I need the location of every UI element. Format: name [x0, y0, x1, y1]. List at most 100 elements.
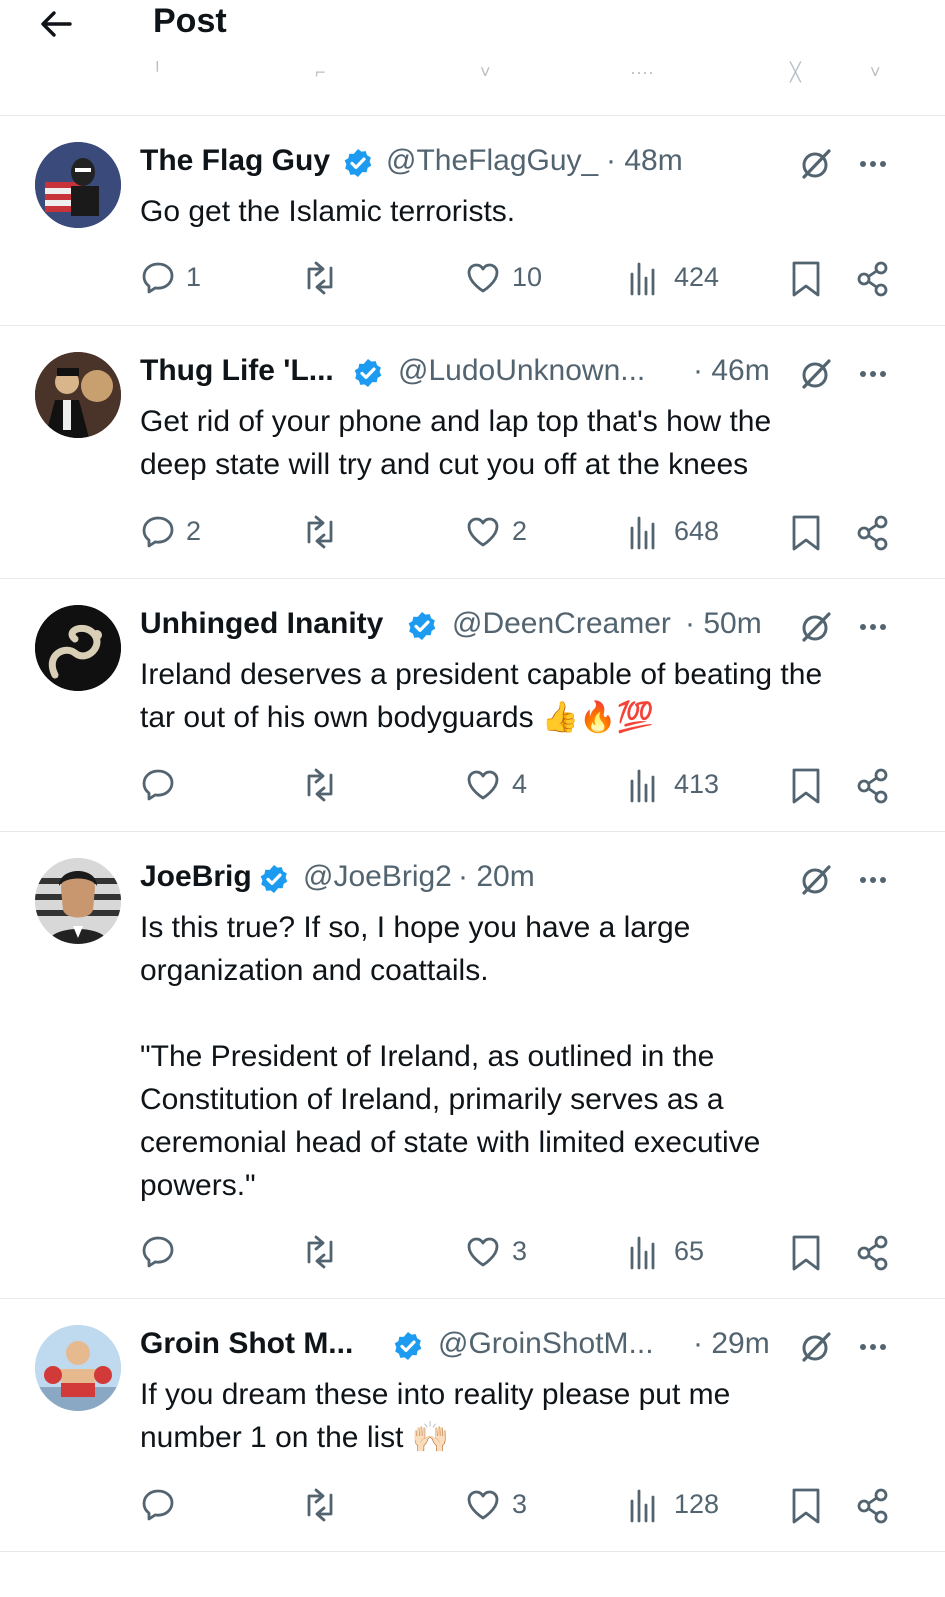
- grok-icon[interactable]: [798, 356, 834, 392]
- display-name[interactable]: JoeBrig: [140, 860, 252, 894]
- bookmark-button[interactable]: [790, 763, 826, 807]
- heart-icon: [467, 770, 499, 800]
- heart-icon: [467, 1237, 499, 1267]
- more-options-icon[interactable]: [855, 862, 891, 898]
- handle[interactable]: @LudoUnknown...: [398, 354, 645, 388]
- share-button[interactable]: [854, 1483, 894, 1527]
- views-button[interactable]: 65: [628, 1230, 738, 1274]
- display-name[interactable]: Unhinged Inanity: [140, 607, 383, 641]
- like-button[interactable]: 2: [465, 510, 555, 554]
- avatar[interactable]: [35, 605, 121, 691]
- reply-button[interactable]: [140, 1483, 210, 1527]
- grok-icon[interactable]: [798, 862, 834, 898]
- like-button[interactable]: 10: [465, 256, 555, 300]
- reply-tweet[interactable]: The Flag Guy @TheFlagGuy_ · 48m Go get t…: [0, 116, 945, 326]
- tweet-paragraph: "The President of Ireland, as outlined i…: [140, 1040, 761, 1202]
- tweet-paragraph: Is this true? If so, I hope you have a l…: [140, 911, 691, 987]
- handle[interactable]: @JoeBrig2: [303, 860, 452, 894]
- repost-icon: [307, 1235, 333, 1269]
- view-count: 128: [674, 1489, 720, 1519]
- tweet-actions: 1 10 424: [0, 256, 945, 300]
- reply-button[interactable]: 1: [140, 256, 210, 300]
- timestamp[interactable]: · 46m: [693, 354, 770, 388]
- more-options-icon[interactable]: [855, 146, 891, 182]
- views-button[interactable]: 413: [628, 763, 738, 807]
- handle[interactable]: @GroinShotM...: [438, 1327, 654, 1361]
- avatar[interactable]: [35, 352, 121, 438]
- avatar[interactable]: [35, 142, 121, 228]
- reply-count: 1: [186, 262, 202, 292]
- reply-icon: [142, 1489, 174, 1521]
- share-button[interactable]: [854, 256, 894, 300]
- reply-button[interactable]: 2: [140, 510, 210, 554]
- timestamp[interactable]: · 20m: [458, 860, 535, 894]
- boxer-avatar-image: [35, 1325, 121, 1411]
- handle[interactable]: @DeenCreamer: [452, 607, 671, 641]
- timestamp[interactable]: · 48m: [606, 144, 683, 178]
- heart-icon: [467, 517, 499, 547]
- reply-tweet[interactable]: JoeBrig @JoeBrig2 · 20m Is this true? If…: [0, 832, 945, 1299]
- like-button[interactable]: 3: [465, 1483, 555, 1527]
- like-button[interactable]: 4: [465, 763, 555, 807]
- more-options-icon[interactable]: [855, 609, 891, 645]
- views-button[interactable]: 424: [628, 256, 738, 300]
- reply-button[interactable]: [140, 1230, 210, 1274]
- tweet-text: Is this true? If so, I hope you have a l…: [140, 906, 900, 1207]
- share-button[interactable]: [854, 763, 894, 807]
- display-name[interactable]: Groin Shot M...: [140, 1327, 353, 1361]
- cartoon-man-avatar-image: [35, 858, 121, 944]
- grok-icon[interactable]: [798, 1329, 834, 1365]
- reply-tweet[interactable]: Groin Shot M... @GroinShotM... · 29m If …: [0, 1299, 945, 1552]
- repost-button[interactable]: [300, 510, 360, 554]
- bookmark-icon: [792, 768, 820, 804]
- repost-button[interactable]: [300, 256, 360, 300]
- handle[interactable]: @TheFlagGuy_: [386, 144, 598, 178]
- tweet-actions: 3 65: [0, 1230, 945, 1274]
- tweet-text: Go get the Islamic terrorists.: [140, 190, 900, 233]
- views-button[interactable]: 648: [628, 510, 738, 554]
- like-count: 3: [512, 1236, 528, 1266]
- share-button[interactable]: [854, 1230, 894, 1274]
- repost-button[interactable]: [300, 763, 360, 807]
- share-icon: [857, 1488, 888, 1524]
- views-chart-icon: [630, 262, 655, 296]
- repost-icon: [307, 768, 333, 802]
- tweet-paragraph: Ireland deserves a president capable of …: [140, 658, 823, 734]
- page-title: Post: [153, 2, 227, 40]
- timestamp[interactable]: · 29m: [693, 1327, 770, 1361]
- more-options-icon[interactable]: [855, 1329, 891, 1365]
- timestamp[interactable]: · 50m: [685, 607, 762, 641]
- previous-post-actions-cutoff: ╵ ⌐ ˅ ···· ╳ ˅: [152, 62, 881, 82]
- bookmark-button[interactable]: [790, 1483, 826, 1527]
- view-count: 65: [674, 1236, 705, 1266]
- like-button[interactable]: 3: [465, 1230, 555, 1274]
- more-options-icon[interactable]: [855, 356, 891, 392]
- back-arrow-icon[interactable]: [36, 4, 76, 44]
- reply-count: 2: [186, 516, 202, 546]
- share-button[interactable]: [854, 510, 894, 554]
- reply-tweet[interactable]: Unhinged Inanity @DeenCreamer · 50m Irel…: [0, 579, 945, 832]
- avatar[interactable]: [35, 858, 121, 944]
- tweet-text: Ireland deserves a president capable of …: [140, 653, 900, 739]
- bookmark-button[interactable]: [790, 1230, 826, 1274]
- repost-button[interactable]: [300, 1230, 360, 1274]
- views-button[interactable]: 128: [628, 1483, 738, 1527]
- tweet-actions: 2 2 648: [0, 510, 945, 554]
- grok-icon[interactable]: [798, 609, 834, 645]
- tweet-actions: 4 413: [0, 763, 945, 807]
- display-name[interactable]: The Flag Guy: [140, 144, 330, 178]
- reply-button[interactable]: [140, 763, 210, 807]
- verified-badge-icon: [344, 149, 372, 177]
- repost-button[interactable]: [300, 1483, 360, 1527]
- reply-tweet[interactable]: Thug Life 'L... @LudoUnknown... · 46m Ge…: [0, 326, 945, 579]
- snake-avatar-image: [35, 605, 121, 691]
- views-chart-icon: [630, 1236, 655, 1270]
- bookmark-button[interactable]: [790, 256, 826, 300]
- views-chart-icon: [630, 1489, 655, 1523]
- grok-icon[interactable]: [798, 146, 834, 182]
- avatar[interactable]: [35, 1325, 121, 1411]
- display-name[interactable]: Thug Life 'L...: [140, 354, 334, 388]
- reply-icon: [142, 769, 174, 801]
- views-chart-icon: [630, 516, 655, 550]
- bookmark-button[interactable]: [790, 510, 826, 554]
